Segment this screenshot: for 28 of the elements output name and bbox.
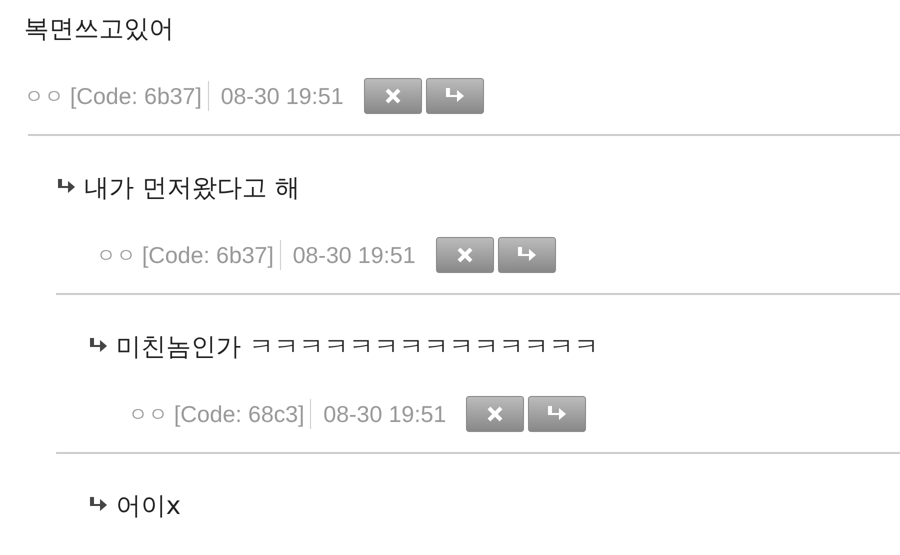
author-name: ㅇㅇ	[96, 244, 136, 268]
comment-time: 08-30 19:51	[292, 242, 416, 268]
reply-arrow-icon	[546, 405, 568, 423]
reply-arrow-icon	[88, 496, 108, 514]
delete-button[interactable]	[364, 78, 422, 114]
comment-code: [Code: 6b37]	[70, 82, 202, 110]
reply-button[interactable]	[426, 78, 484, 114]
reply-arrow-icon	[444, 87, 466, 105]
comment-code: [Code: 68c3]	[174, 400, 304, 428]
reply-arrow-icon	[56, 178, 76, 196]
comment-time: 08-30 19:51	[220, 82, 344, 110]
close-icon	[454, 245, 474, 265]
delete-button[interactable]	[436, 237, 494, 273]
comment-text: 복면쓰고있어	[24, 12, 174, 44]
author-name: ㅇㅇ	[24, 84, 64, 110]
comment-text: 어이x	[116, 490, 181, 522]
reply-button[interactable]	[528, 396, 586, 432]
close-icon	[382, 86, 402, 106]
comment-text: 내가 먼저왔다고 해	[84, 172, 300, 204]
reply-arrow-icon	[516, 246, 538, 264]
comment-code: [Code: 6b37]	[142, 242, 274, 268]
comment-time: 08-30 19:51	[323, 400, 446, 428]
reply-button[interactable]	[498, 237, 556, 273]
reply-arrow-icon	[88, 337, 108, 355]
comment-text: 미친놈인가 ㅋㅋㅋㅋㅋㅋㅋㅋㅋㅋㅋㅋㅋㅋ	[116, 330, 599, 362]
close-icon	[485, 404, 506, 424]
author-name: ㅇㅇ	[128, 402, 168, 428]
delete-button[interactable]	[466, 396, 524, 432]
